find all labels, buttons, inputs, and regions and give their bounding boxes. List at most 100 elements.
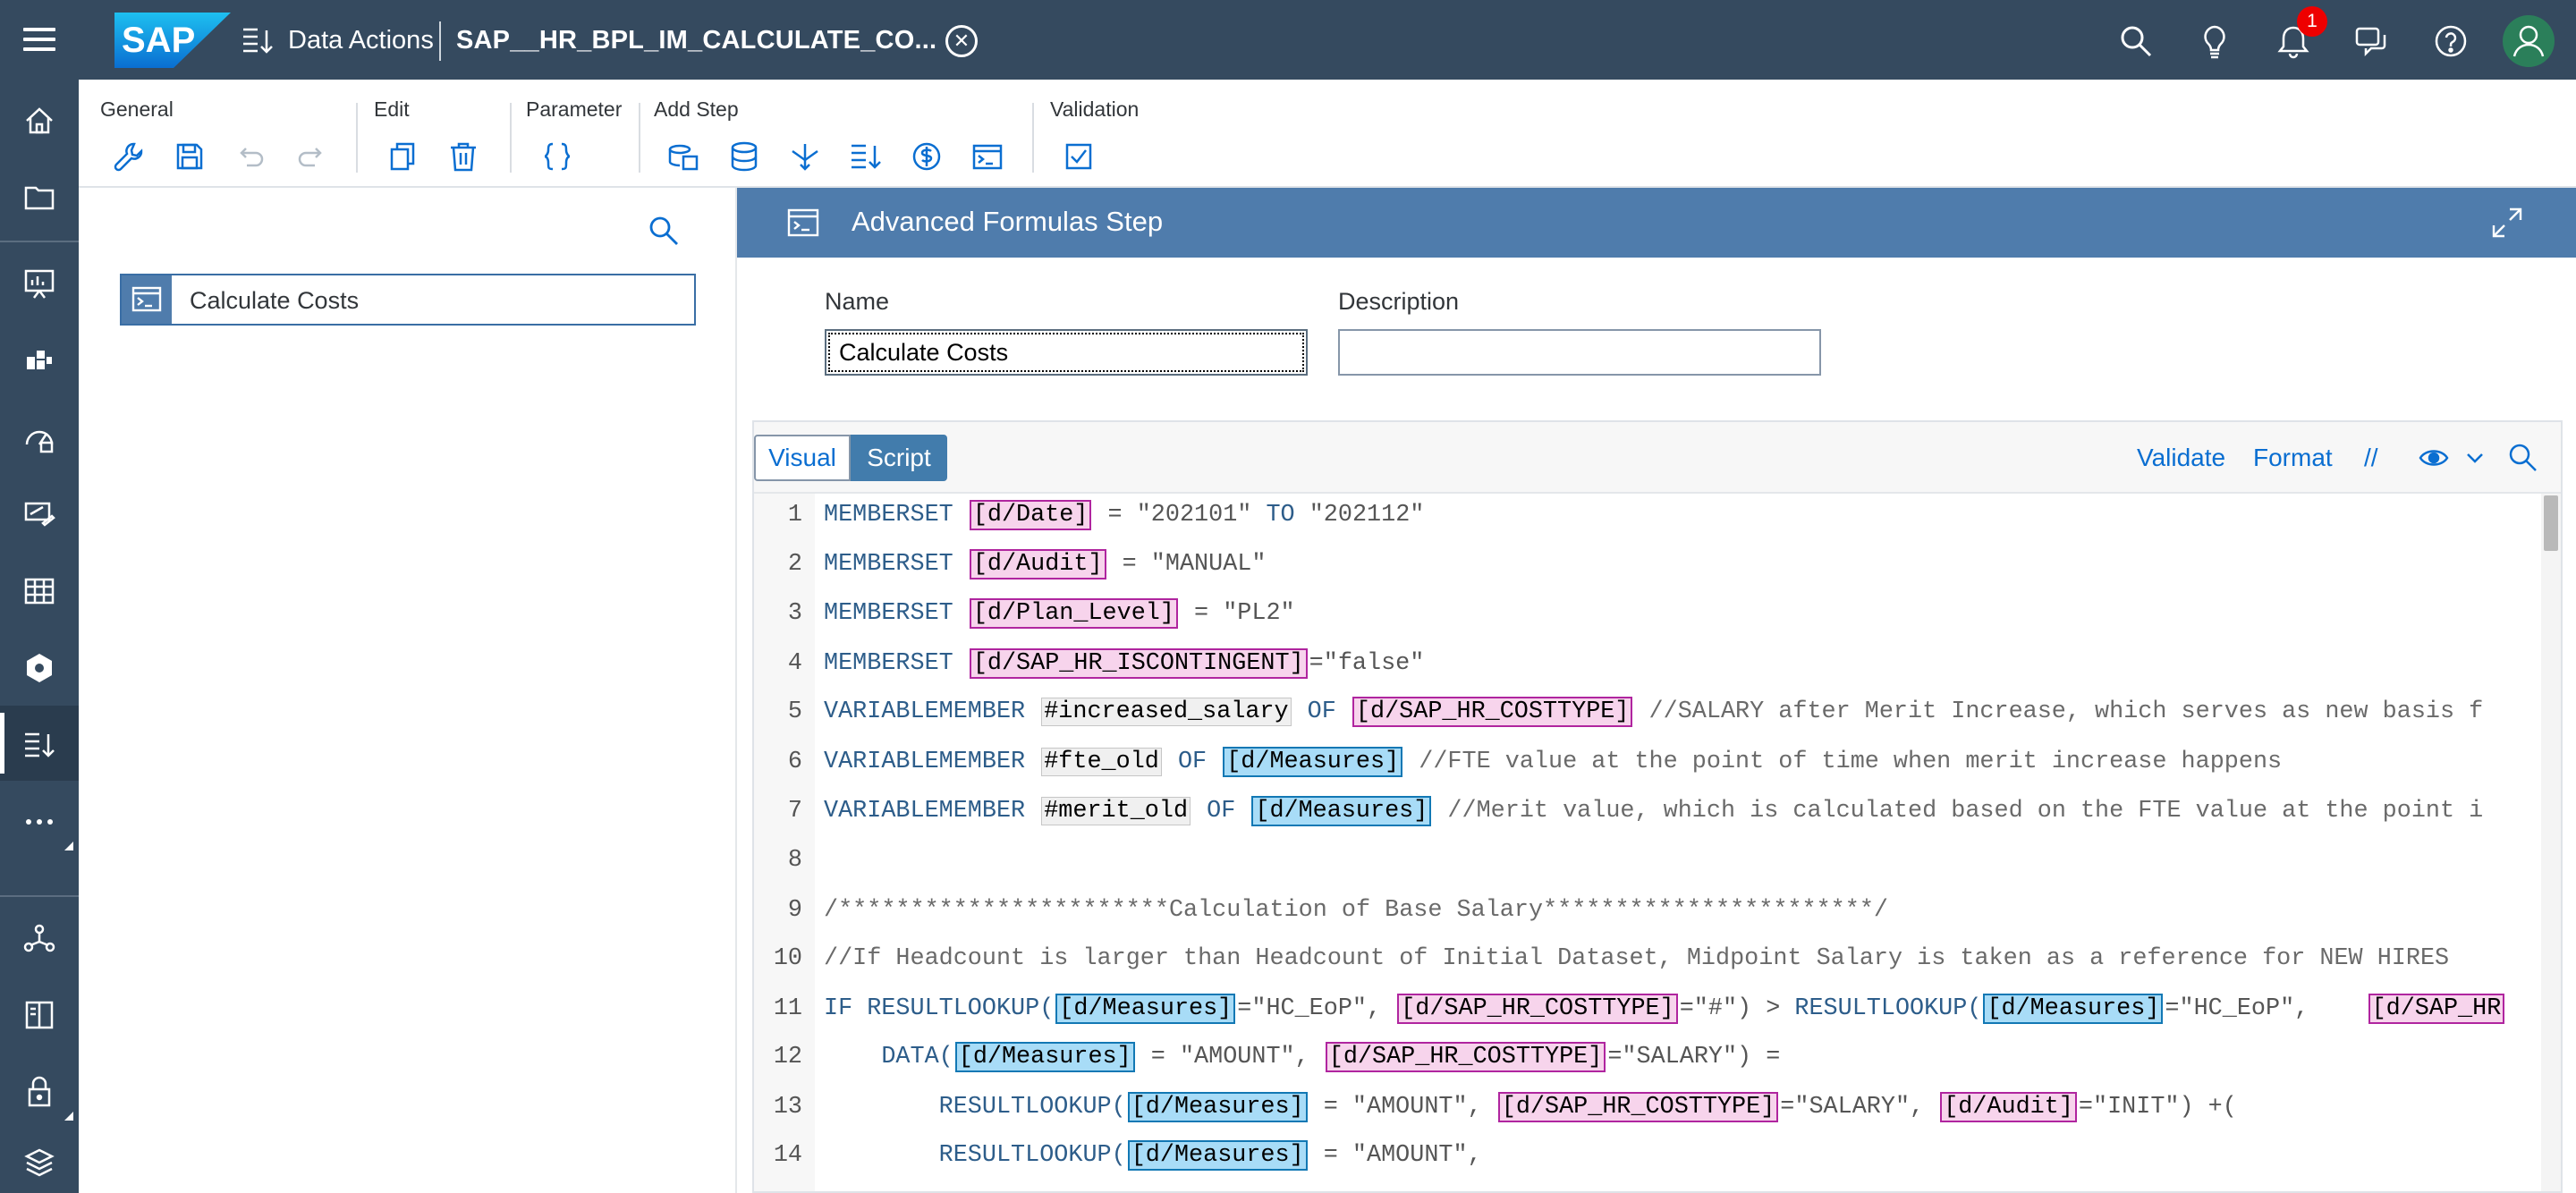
search-icon[interactable] <box>2118 23 2154 59</box>
code-line[interactable]: 12 DATA([d/Measures] = "AMOUNT", [d/SAP_… <box>754 1039 2543 1075</box>
hamburger-menu-icon[interactable] <box>23 28 55 52</box>
advanced-formulas-step-icon[interactable] <box>970 139 1005 174</box>
code-line[interactable]: 11 IF RESULTLOOKUP([d/Measures] ="HC_EoP",… <box>754 991 2543 1027</box>
app-name[interactable]: Data Actions <box>288 25 434 55</box>
code-line[interactable]: 5 VARIABLEMEMBER #increased_salary OF [d/… <box>754 694 2543 730</box>
variable-member-token[interactable]: #fte_old <box>1041 748 1162 776</box>
nav-home[interactable] <box>0 81 79 157</box>
vertical-scrollbar[interactable] <box>2541 494 2561 1191</box>
dimension-member-token[interactable]: [d/SAP_HR <box>2368 994 2505 1024</box>
measure-member-token[interactable]: [d/Measures] <box>1223 747 1403 777</box>
nav-digital-boardroom[interactable] <box>0 398 79 473</box>
nav-data-management[interactable] <box>0 552 79 627</box>
format-button[interactable]: Format <box>2253 444 2333 472</box>
catalog-icon <box>25 1001 54 1029</box>
nav-settings[interactable] <box>0 629 79 704</box>
variable-member-token[interactable]: #increased_salary <box>1041 698 1292 726</box>
code-text: RESULTLOOKUP([d/Measures] = "AMOUNT", <box>824 1138 1482 1173</box>
measure-member-token[interactable]: [d/Measures] <box>1251 796 1432 826</box>
lightbulb-icon[interactable] <box>2197 23 2233 59</box>
eye-icon[interactable] <box>2418 442 2450 474</box>
dimension-member-token[interactable]: [d/SAP_HR_COSTTYPE] <box>1352 697 1633 727</box>
dimension-member-token[interactable]: [d/Audit] <box>969 549 1106 580</box>
dimension-member-token[interactable]: [d/Audit] <box>1940 1092 2077 1122</box>
search-icon[interactable] <box>648 215 680 247</box>
notifications-badge[interactable]: 1 <box>2297 6 2327 37</box>
nav-data-actions[interactable] <box>0 706 79 781</box>
save-icon[interactable] <box>172 139 208 174</box>
measure-member-token[interactable]: [d/Measures] <box>1055 994 1236 1024</box>
code-line[interactable]: 10 //If Headcount is larger than Headcoun… <box>754 941 2543 977</box>
dimension-member-token[interactable]: [d/SAP_HR_COSTTYPE] <box>1497 1092 1779 1122</box>
redo-icon[interactable] <box>293 139 329 174</box>
code-keyword: VARIABLEMEMBER <box>824 798 1040 825</box>
user-avatar[interactable] <box>2503 15 2555 67</box>
scrollbar-thumb[interactable] <box>2544 495 2558 551</box>
code-line[interactable]: 14 RESULTLOOKUP([d/Measures] = "AMOUNT", <box>754 1138 2543 1173</box>
nav-files[interactable] <box>0 158 79 233</box>
measure-member-token[interactable]: [d/Measures] <box>1983 994 2164 1024</box>
code-area[interactable]: 1 MEMBERSET [d/Date] = "202101" TO "20211… <box>754 494 2561 1191</box>
code-line[interactable]: 1 MEMBERSET [d/Date] = "202101" TO "20211… <box>754 497 2543 533</box>
nav-security[interactable] <box>0 1053 79 1128</box>
code-line[interactable]: 7 VARIABLEMEMBER #merit_old OF [d/Measure… <box>754 793 2543 829</box>
cross-model-copy-step-icon[interactable] <box>726 139 762 174</box>
embedded-data-action-icon[interactable] <box>848 139 884 174</box>
toggle-comment-button[interactable]: // <box>2364 444 2378 472</box>
code-line[interactable]: 3 MEMBERSET [d/Plan_Level] = "PL2" <box>754 596 2543 631</box>
toolbar-separator <box>356 103 358 173</box>
validate-button[interactable]: Validate <box>2137 444 2225 472</box>
code-line[interactable]: 9 /***********************Calculation of … <box>754 893 2543 928</box>
chevron-down-icon[interactable] <box>2459 442 2491 474</box>
nav-modeler[interactable] <box>0 475 79 550</box>
nav-analytic-application[interactable] <box>0 321 79 396</box>
preferences-wrench-icon[interactable] <box>111 139 147 174</box>
code-line[interactable]: 8 <box>754 842 2543 878</box>
nav-catalog[interactable] <box>0 976 79 1051</box>
measure-member-token[interactable]: [d/Measures] <box>954 1042 1135 1072</box>
feedback-chat-icon[interactable] <box>2354 23 2390 59</box>
measure-member-token[interactable]: [d/Measures] <box>1127 1092 1308 1122</box>
delete-icon[interactable] <box>445 139 481 174</box>
undo-icon[interactable] <box>233 139 268 174</box>
nav-stories[interactable] <box>0 244 79 319</box>
dimension-member-token[interactable]: [d/SAP_HR_ISCONTINGENT] <box>969 648 1308 679</box>
allocation-step-icon[interactable] <box>787 139 823 174</box>
dimension-member-token[interactable]: [d/Plan_Level] <box>969 598 1178 629</box>
close-icon[interactable]: ✕ <box>945 25 978 57</box>
code-line[interactable]: 13 RESULTLOOKUP([d/Measures] = "AMOUNT",… <box>754 1089 2543 1125</box>
tab-visual[interactable]: Visual <box>754 435 851 481</box>
parameter-braces-icon[interactable] <box>539 139 575 174</box>
nav-deployment[interactable] <box>0 1124 79 1193</box>
search-icon[interactable] <box>2507 442 2539 474</box>
toolbar-group-parameter: Parameter <box>526 97 623 121</box>
nav-connections[interactable] <box>0 899 79 974</box>
code-line[interactable]: 2 MEMBERSET [d/Audit] = "MANUAL" <box>754 546 2543 582</box>
copy-step-icon[interactable] <box>665 139 701 174</box>
code-keyword: MEMBERSET <box>824 650 968 677</box>
code-line[interactable]: 4 MEMBERSET [d/SAP_HR_ISCONTINGENT] ="fals… <box>754 646 2543 681</box>
dimension-member-token[interactable]: [d/SAP_HR_COSTTYPE] <box>1397 994 1678 1024</box>
code-text: /***********************Calculation of B… <box>824 893 1888 928</box>
code-line[interactable]: 6 VARIABLEMEMBER #fte_old OF [d/Measures]… <box>754 744 2543 780</box>
currency-conversion-step-icon[interactable] <box>909 139 945 174</box>
step-list-item[interactable]: Calculate Costs <box>120 274 696 326</box>
help-icon[interactable] <box>2433 23 2469 59</box>
dimension-member-token[interactable]: [d/Date] <box>969 500 1092 530</box>
tab-script[interactable]: Script <box>851 435 947 481</box>
svg-text:SAP: SAP <box>122 21 195 60</box>
sap-logo[interactable]: SAP <box>114 13 231 68</box>
code-literal: "202112" <box>1294 502 1425 529</box>
copy-icon[interactable] <box>385 139 420 174</box>
name-input[interactable] <box>825 329 1308 376</box>
toolbar-group-validation: Validation <box>1050 97 1140 121</box>
validation-checkbox-icon[interactable] <box>1061 139 1097 174</box>
variable-member-token[interactable]: #merit_old <box>1041 797 1191 825</box>
expand-corner <box>64 842 73 850</box>
expand-icon[interactable] <box>2490 206 2524 240</box>
measure-member-token[interactable]: [d/Measures] <box>1127 1140 1308 1171</box>
security-icon <box>28 1076 51 1107</box>
dimension-member-token[interactable]: [d/SAP_HR_COSTTYPE] <box>1325 1042 1606 1072</box>
nav-more[interactable] <box>0 783 79 858</box>
description-input[interactable] <box>1338 329 1821 376</box>
